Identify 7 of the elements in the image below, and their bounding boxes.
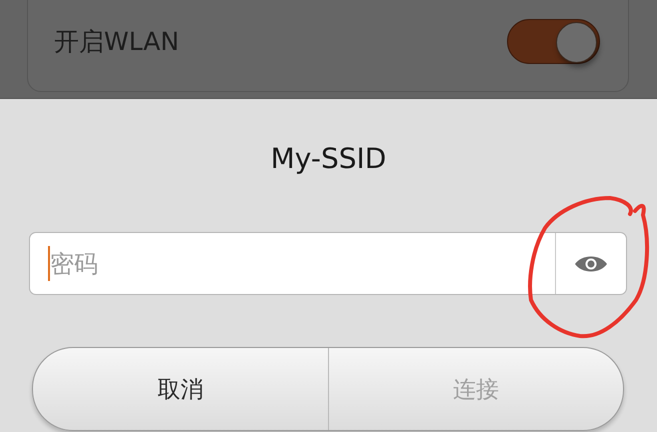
wlan-label: 开启WLAN xyxy=(54,26,180,58)
password-input[interactable]: 密码 xyxy=(48,246,555,281)
eye-icon[interactable] xyxy=(574,254,608,274)
wlan-toggle[interactable] xyxy=(507,18,600,64)
password-field[interactable]: 密码 xyxy=(29,232,627,295)
dialog-title: My-SSID xyxy=(270,141,386,177)
cancel-button[interactable]: 取消 xyxy=(33,348,328,430)
